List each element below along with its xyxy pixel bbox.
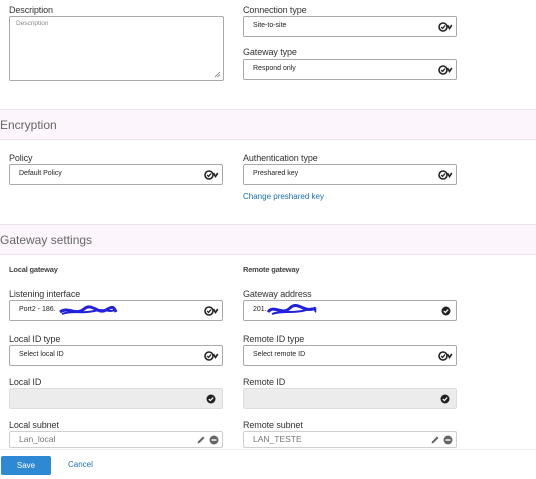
policy-select[interactable]: Default Policy xyxy=(9,164,223,185)
listening-interface-label: Listening interface xyxy=(9,289,81,299)
gateway-settings-section-header: Gateway settings xyxy=(0,224,536,255)
remote-id-type-value: Select remote ID xyxy=(253,351,306,358)
gateway-address-input[interactable]: 201. xyxy=(243,300,457,321)
chevron-check-icon xyxy=(438,170,453,180)
connection-type-select[interactable]: Site-to-site xyxy=(243,16,457,37)
description-label: Description xyxy=(9,5,53,15)
chevron-check-icon xyxy=(438,22,453,32)
remove-minus-icon[interactable] xyxy=(209,435,219,445)
description-placeholder: Description xyxy=(16,20,49,27)
auth-type-select[interactable]: Preshared key xyxy=(243,164,457,185)
change-preshared-key-link[interactable]: Change preshared key xyxy=(243,192,324,201)
chevron-check-icon xyxy=(438,351,453,361)
edit-pencil-icon[interactable] xyxy=(196,435,206,445)
gateway-address-label: Gateway address xyxy=(243,289,312,299)
description-textarea[interactable]: Description xyxy=(9,16,224,81)
ok-check-icon xyxy=(440,394,450,404)
auth-type-value: Preshared key xyxy=(253,170,299,177)
listening-interface-select[interactable]: Port2 - 186. xyxy=(9,300,223,321)
cancel-button[interactable]: Cancel xyxy=(68,460,93,469)
remote-id-input xyxy=(243,388,457,409)
form-footer: Save Cancel xyxy=(0,449,536,479)
remote-subnet-value: LAN_TESTE xyxy=(253,434,302,444)
remote-id-type-select[interactable]: Select remote ID xyxy=(243,345,457,366)
encryption-heading: Encryption xyxy=(0,118,57,132)
remote-gateway-title: Remote gateway xyxy=(243,265,300,274)
gateway-type-label: Gateway type xyxy=(243,47,297,57)
auth-type-label: Authentication type xyxy=(243,153,318,163)
remote-subnet-label: Remote subnet xyxy=(243,420,303,430)
connection-type-label: Connection type xyxy=(243,5,307,15)
chevron-check-icon xyxy=(204,351,219,361)
local-id-type-value: Select local ID xyxy=(19,351,64,358)
save-button[interactable]: Save xyxy=(1,456,51,475)
gateway-address-value: 201. xyxy=(253,306,267,313)
remove-minus-icon[interactable] xyxy=(443,435,453,445)
remote-id-type-label: Remote ID type xyxy=(243,334,305,344)
local-id-input xyxy=(9,388,223,409)
resize-grip-icon[interactable] xyxy=(214,71,221,78)
redaction-scribble xyxy=(59,305,118,315)
local-subnet-label: Local subnet xyxy=(9,420,59,430)
local-subnet-chip[interactable]: Lan_local xyxy=(9,431,223,448)
ok-check-icon xyxy=(206,394,216,404)
remote-subnet-chip[interactable]: LAN_TESTE xyxy=(243,431,457,448)
local-id-type-label: Local ID type xyxy=(9,334,61,344)
chevron-check-icon xyxy=(438,65,453,75)
local-id-type-select[interactable]: Select local ID xyxy=(9,345,223,366)
local-id-label: Local ID xyxy=(9,377,42,387)
gateway-type-select[interactable]: Respond only xyxy=(243,59,457,80)
policy-label: Policy xyxy=(9,153,33,163)
listening-interface-value: Port2 - 186. xyxy=(19,306,56,313)
policy-value: Default Policy xyxy=(19,170,62,177)
chevron-check-icon xyxy=(204,170,219,180)
connection-type-value: Site-to-site xyxy=(253,22,287,29)
ok-check-icon xyxy=(441,306,451,316)
remote-id-label: Remote ID xyxy=(243,377,286,387)
gateway-type-value: Respond only xyxy=(253,65,296,72)
redaction-scribble xyxy=(266,303,317,315)
local-subnet-value: Lan_local xyxy=(19,434,56,444)
local-gateway-title: Local gateway xyxy=(9,265,58,274)
chevron-check-icon xyxy=(204,306,219,316)
edit-pencil-icon[interactable] xyxy=(430,435,440,445)
encryption-section-header: Encryption xyxy=(0,109,536,140)
gateway-settings-heading: Gateway settings xyxy=(0,233,93,247)
